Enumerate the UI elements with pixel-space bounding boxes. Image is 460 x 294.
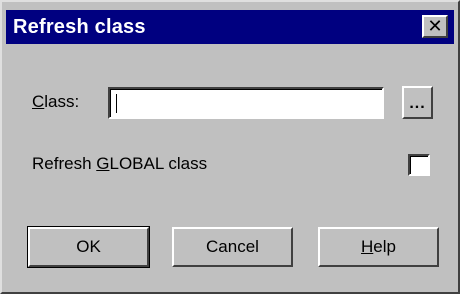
browse-button[interactable]: ... xyxy=(402,86,433,119)
refresh-global-label-post: LOBAL class xyxy=(109,154,208,173)
title-bar[interactable]: Refresh class ✕ xyxy=(6,10,454,44)
refresh-class-dialog: Refresh class ✕ Class: ... Refresh GLOBA… xyxy=(0,0,460,294)
cancel-button[interactable]: Cancel xyxy=(172,227,293,267)
refresh-global-label-pre: Refresh xyxy=(32,154,97,173)
ok-button[interactable]: OK xyxy=(27,226,150,268)
help-button-accelerator: H xyxy=(361,237,374,256)
help-button-text: elp xyxy=(373,237,396,256)
close-icon: ✕ xyxy=(427,15,443,37)
help-button[interactable]: Help xyxy=(318,227,439,267)
close-button[interactable]: ✕ xyxy=(422,15,448,38)
class-label-text: lass: xyxy=(44,92,80,111)
class-input[interactable] xyxy=(108,87,384,119)
class-label: Class: xyxy=(32,92,79,112)
text-caret xyxy=(116,94,117,113)
refresh-global-label-accelerator: G xyxy=(96,154,110,173)
refresh-global-checkbox[interactable] xyxy=(408,154,430,176)
dialog-title: Refresh class xyxy=(13,16,146,38)
refresh-global-label: Refresh GLOBAL class xyxy=(32,154,207,174)
class-label-accelerator: C xyxy=(32,92,45,111)
